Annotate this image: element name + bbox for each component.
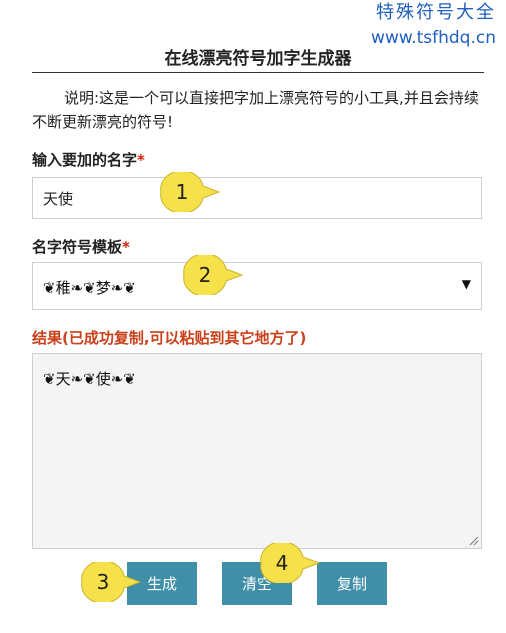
title-divider	[32, 72, 484, 73]
callout-number: 3	[96, 570, 110, 594]
callout-number: 4	[275, 551, 289, 575]
result-label: 结果(已成功复制,可以粘贴到其它地方了)	[32, 329, 307, 347]
result-text: ❦天❧❦使❧❦	[43, 370, 136, 388]
template-label: 名字符号模板*	[32, 236, 130, 257]
callout-4: 4	[257, 543, 345, 583]
resize-grip-icon[interactable]	[469, 536, 479, 546]
watermark-site-name: 特殊符号大全	[376, 2, 496, 23]
template-selected-value: ❦稚❧❦梦❧❦	[43, 279, 136, 297]
triangle-down-icon: ▼	[461, 277, 471, 291]
page-description: 说明:这是一个可以直接把字加上漂亮符号的小工具,并且会持续不断更新漂亮的符号!	[32, 89, 479, 131]
callout-number: 2	[198, 263, 212, 287]
callout-2: 2	[180, 255, 268, 295]
page-title: 在线漂亮符号加字生成器	[164, 49, 352, 69]
name-input-wrapper	[32, 177, 482, 219]
template-label-text: 名字符号模板	[32, 238, 123, 256]
callout-1: 1	[157, 172, 245, 212]
required-mark: *	[122, 238, 130, 256]
callout-3: 3	[78, 562, 166, 602]
result-textarea[interactable]: ❦天❧❦使❧❦	[32, 353, 482, 549]
callout-number: 1	[175, 180, 189, 204]
required-mark: *	[137, 151, 145, 169]
name-label-text: 输入要加的名字	[32, 151, 138, 169]
name-input[interactable]	[33, 178, 481, 218]
site-watermark: 特殊符号大全 www.tsfhdq.cn	[371, 2, 496, 50]
name-label: 输入要加的名字*	[32, 149, 145, 170]
